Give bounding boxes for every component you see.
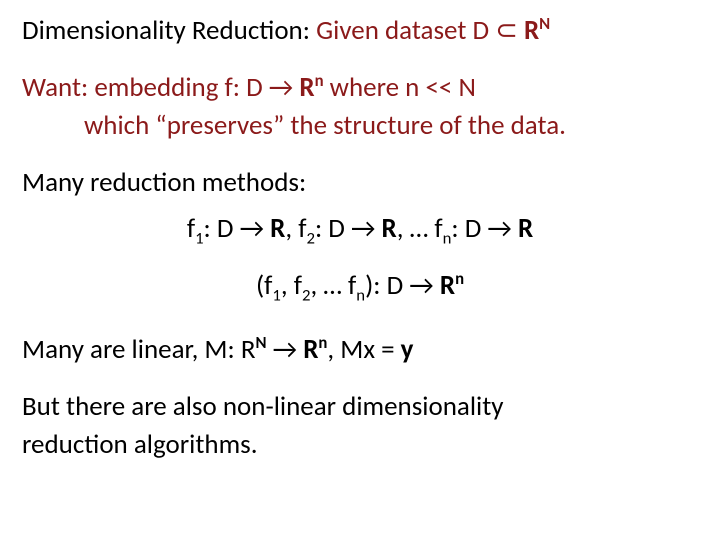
tcl: ): D bbox=[365, 269, 409, 302]
dots: , … f bbox=[397, 212, 443, 245]
cd2: : D bbox=[315, 212, 351, 245]
linear-line: Many are linear, M: RN → Rn, Mx = y bbox=[22, 333, 698, 368]
sub1: 1 bbox=[195, 229, 203, 249]
ts1: 1 bbox=[272, 285, 280, 305]
tR: R bbox=[434, 269, 455, 302]
nonlinear-l2: reduction algorithms. bbox=[22, 428, 698, 463]
want-line1: Want: embedding f: D → Rn where n << N bbox=[22, 71, 698, 106]
txt-exp-N: N bbox=[539, 14, 550, 34]
lin-expN: N bbox=[256, 333, 267, 353]
arrow-icon: → bbox=[409, 269, 433, 302]
want-line2: which “preserves” the structure of the d… bbox=[22, 109, 698, 144]
nonlinear-l1: But there are also non-linear dimensiona… bbox=[22, 390, 698, 425]
txt-R: R bbox=[524, 14, 539, 47]
subset-symbol: ⊂ bbox=[495, 14, 518, 47]
c1: , bbox=[285, 212, 298, 245]
title-line: Dimensionality Reduction: Given dataset … bbox=[22, 14, 698, 49]
methods-maps: f1: D → R, f2: D → R, … fn: D → R bbox=[22, 212, 698, 247]
methods-tuple: (f1, f2, … fn): D → Rn bbox=[22, 269, 698, 304]
lin-y: y bbox=[401, 333, 414, 366]
methods-heading: Many reduction methods: bbox=[22, 166, 698, 201]
title-given: Given dataset D ⊂ RN bbox=[316, 14, 550, 47]
cd1: : D bbox=[204, 212, 240, 245]
txt-given: Given dataset D bbox=[316, 14, 495, 47]
arrow-icon: → bbox=[351, 212, 375, 245]
lin-prefix: Many are linear, M: R bbox=[22, 333, 256, 366]
want-R: R bbox=[293, 71, 314, 104]
lin-suffix: , Mx = bbox=[327, 333, 400, 366]
f1: f bbox=[187, 212, 195, 245]
slide-root: Dimensionality Reduction: Given dataset … bbox=[0, 0, 720, 540]
R3: R bbox=[512, 212, 533, 245]
R2: R bbox=[375, 212, 396, 245]
R1: R bbox=[264, 212, 285, 245]
sub2: 2 bbox=[306, 229, 314, 249]
cd3: : D bbox=[451, 212, 487, 245]
lin-mid: R bbox=[297, 333, 318, 366]
want-cond: where n << N bbox=[324, 71, 476, 104]
arrow-icon: → bbox=[269, 71, 293, 104]
tpo: (f bbox=[256, 269, 272, 302]
tdots: , … f bbox=[310, 269, 356, 302]
want-exp-n: n bbox=[315, 71, 324, 91]
title-label: Dimensionality Reduction: bbox=[22, 14, 310, 47]
arrow-icon: → bbox=[267, 333, 298, 366]
tc1: , f bbox=[281, 269, 302, 302]
texp: n bbox=[455, 269, 464, 289]
tsn: n bbox=[356, 285, 365, 305]
want-prefix: Want: embedding f: D bbox=[22, 71, 269, 104]
arrow-icon: → bbox=[240, 212, 264, 245]
arrow-icon: → bbox=[487, 212, 511, 245]
